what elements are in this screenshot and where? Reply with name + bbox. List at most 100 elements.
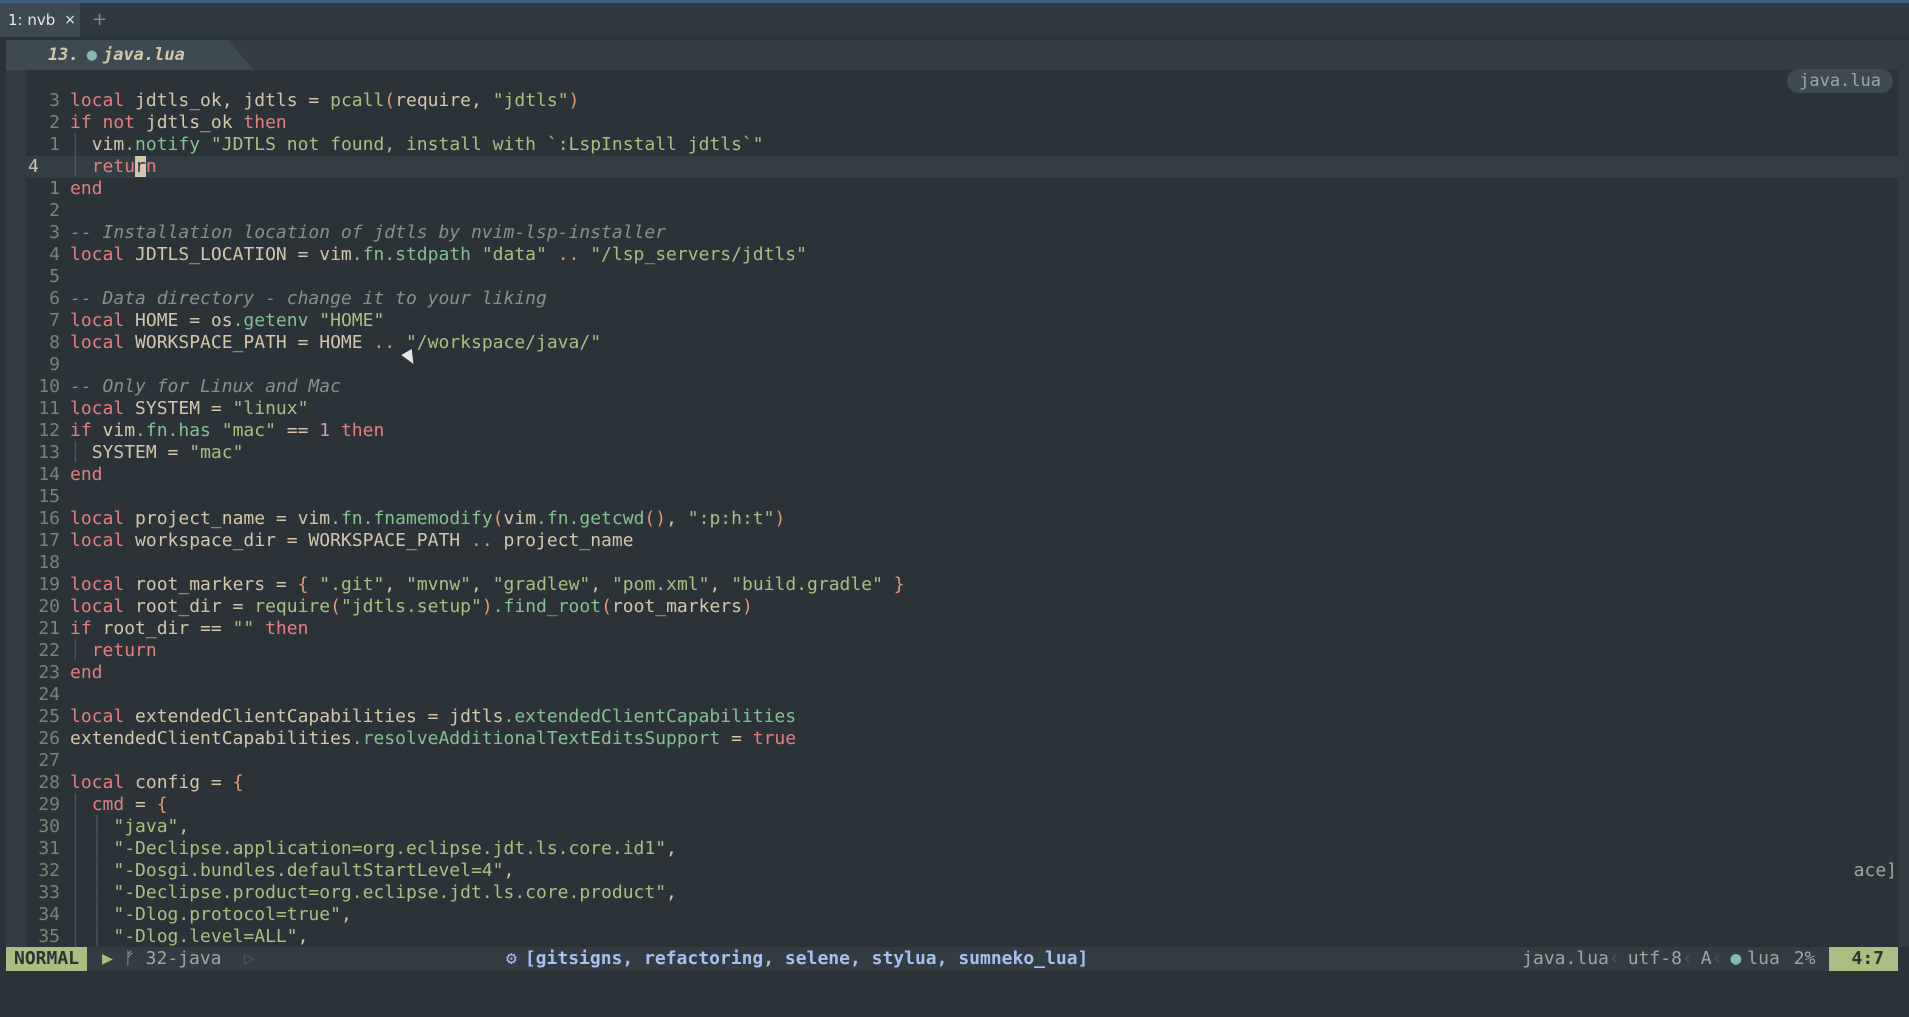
line-number: 7 xyxy=(49,310,60,331)
code-line[interactable]: 2 xyxy=(26,200,1898,222)
code-line[interactable]: 1 │ vim.notify "JDTLS not found, install … xyxy=(26,134,1898,156)
code-token: "-Dosgi.bundles.defaultStartLevel=4" xyxy=(113,860,504,881)
play-arrow-icon: ▶ xyxy=(102,948,113,969)
code-token: "build.gradle" xyxy=(731,574,894,595)
code-token: "-Dlog.level=ALL" xyxy=(113,926,298,947)
statusline: NORMAL ▶ ᚠ 32-java ▷ ⚙ [gitsigns, refacto… xyxy=(6,947,1898,971)
code-token: -- Only for Linux and Mac xyxy=(70,376,341,397)
code-line[interactable]: 24 xyxy=(26,684,1898,706)
line-number: 25 xyxy=(38,706,60,727)
code-token: ) xyxy=(741,596,753,617)
code-token: "linux" xyxy=(232,398,309,419)
code-line[interactable]: 15 xyxy=(26,486,1898,508)
code-line[interactable]: 34 │ │ "-Dlog.protocol=true", xyxy=(26,904,1898,926)
code-token: ".git" xyxy=(319,574,385,595)
buffer-tab-java-lua[interactable]: 13. ● java.lua xyxy=(6,40,254,70)
code-token: == xyxy=(286,420,320,441)
code-line[interactable]: 35 │ │ "-Dlog.level=ALL", xyxy=(26,926,1898,948)
code-token: "-Dlog.protocol=true" xyxy=(113,904,341,925)
branch-icon: ᚠ xyxy=(124,948,135,969)
line-number: 21 xyxy=(38,618,60,639)
code-token: .fn.fnamemodify xyxy=(330,508,493,529)
code-line[interactable]: 32 │ │ "-Dosgi.bundles.defaultStartLevel=… xyxy=(26,860,1898,882)
line-number: 10 xyxy=(38,376,60,397)
code-token: , xyxy=(666,838,677,859)
code-line[interactable]: 2 if not jdtls_ok then xyxy=(26,112,1898,134)
code-line[interactable]: 9 xyxy=(26,354,1898,376)
code-line[interactable]: 20 local root_dir = require("jdtls.setup"… xyxy=(26,596,1898,618)
close-icon[interactable]: × xyxy=(64,12,76,28)
code-line[interactable]: 16 local project_name = vim.fn.fnamemodif… xyxy=(26,508,1898,530)
line-number: 3 xyxy=(49,222,60,243)
code-line[interactable]: 3 local jdtls_ok, jdtls = pcall(require, … xyxy=(26,90,1898,112)
code-token: workspace_dir = WORKSPACE_PATH xyxy=(135,530,471,551)
code-line[interactable]: 28 local config = { xyxy=(26,772,1898,794)
code-token: HOME = os xyxy=(135,310,233,331)
separator-icon: ‹ xyxy=(1608,948,1620,969)
line-number: 23 xyxy=(38,662,60,683)
code-line[interactable]: 33 │ │ "-Declipse.product=org.eclipse.jdt… xyxy=(26,882,1898,904)
code-line[interactable]: 3 -- Installation location of jdtls by nv… xyxy=(26,222,1898,244)
code-line[interactable]: 1 end xyxy=(26,178,1898,200)
code-line[interactable]: 30 │ │ "java", xyxy=(26,816,1898,838)
code-token: end xyxy=(70,662,103,683)
code-line[interactable]: 27 xyxy=(26,750,1898,772)
code-line[interactable]: 14 end xyxy=(26,464,1898,486)
code-line[interactable]: 25 local extendedClientCapabilities = jdt… xyxy=(26,706,1898,728)
line-number: 30 xyxy=(38,816,60,837)
code-lines[interactable]: 3 local jdtls_ok, jdtls = pcall(require, … xyxy=(26,90,1898,948)
code-line[interactable]: 17 local workspace_dir = WORKSPACE_PATH .… xyxy=(26,530,1898,552)
code-token: "JDTLS not found, install with `:LspInst… xyxy=(210,134,764,155)
code-line[interactable]: 21 if root_dir == "" then xyxy=(26,618,1898,640)
line-number: 20 xyxy=(38,596,60,617)
git-branch: ᚠ 32-java xyxy=(124,947,222,971)
code-token: ( xyxy=(384,90,396,111)
scrollbar[interactable] xyxy=(1898,70,1909,947)
code-line[interactable]: 26 extendedClientCapabilities.resolveAddi… xyxy=(26,728,1898,750)
line-number: 27 xyxy=(38,750,60,771)
code-token: root_dir == xyxy=(102,618,233,639)
code-line[interactable]: 11 local SYSTEM = "linux" xyxy=(26,398,1898,420)
line-number: 19 xyxy=(38,574,60,595)
code-token: │ │ xyxy=(70,816,114,837)
code-token: end xyxy=(70,464,103,485)
code-line[interactable]: 31 │ │ "-Declipse.application=org.eclipse… xyxy=(26,838,1898,860)
line-number: 6 xyxy=(49,288,60,309)
line-number: 4 xyxy=(28,156,39,177)
code-token: , xyxy=(666,508,688,529)
buffer-tab-number: 13. xyxy=(48,45,79,65)
code-line[interactable]: 6 -- Data directory - change it to your l… xyxy=(26,288,1898,310)
code-token: .. xyxy=(373,332,406,353)
code-line-current[interactable]: 4 │ return xyxy=(26,156,1898,178)
code-token: n xyxy=(145,156,157,177)
code-token: "pom.xml" xyxy=(611,574,710,595)
code-token: ":p:h:t" xyxy=(687,508,775,529)
code-token: SYSTEM = xyxy=(91,442,190,463)
code-token: vim xyxy=(102,420,136,441)
mode-indicator: NORMAL xyxy=(6,947,88,971)
new-tab-button[interactable]: + xyxy=(92,9,107,30)
code-token: │ xyxy=(70,640,92,661)
code-line[interactable]: 22 │ return xyxy=(26,640,1898,662)
code-line[interactable]: 12 if vim.fn.has "mac" == 1 then xyxy=(26,420,1898,442)
terminal-tab-label: 1: nvb xyxy=(8,11,56,29)
code-token: jdtls_ok, jdtls = xyxy=(135,90,331,111)
code-token: return xyxy=(91,640,157,661)
code-token: then xyxy=(265,618,309,639)
code-token: ( xyxy=(601,596,612,617)
code-line[interactable]: 23 end xyxy=(26,662,1898,684)
code-line[interactable]: 10 -- Only for Linux and Mac xyxy=(26,376,1898,398)
code-line[interactable]: 5 xyxy=(26,266,1898,288)
line-number: 14 xyxy=(38,464,60,485)
code-line[interactable]: 19 local root_markers = { ".git", "mvnw",… xyxy=(26,574,1898,596)
command-line[interactable] xyxy=(6,971,1898,1001)
code-line[interactable]: 29 │ cmd = { xyxy=(26,794,1898,816)
code-line[interactable]: 8 local WORKSPACE_PATH = HOME .. "/worksp… xyxy=(26,332,1898,354)
terminal-tab[interactable]: 1: nvb × xyxy=(0,3,80,37)
line-number: 32 xyxy=(38,860,60,881)
code-line[interactable]: 4 local JDTLS_LOCATION = vim.fn.stdpath "… xyxy=(26,244,1898,266)
code-line[interactable]: 13 │ SYSTEM = "mac" xyxy=(26,442,1898,464)
code-token: "mvnw" xyxy=(406,574,472,595)
code-line[interactable]: 7 local HOME = os.getenv "HOME" xyxy=(26,310,1898,332)
code-line[interactable]: 18 xyxy=(26,552,1898,574)
